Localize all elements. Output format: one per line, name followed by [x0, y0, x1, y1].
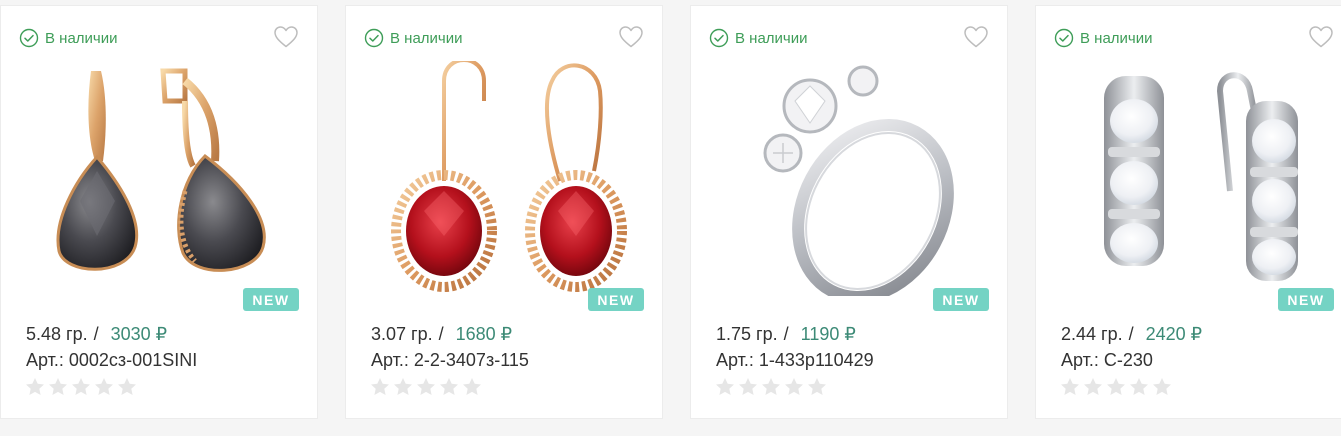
- check-circle-icon: [19, 28, 39, 48]
- separator: /: [438, 324, 444, 344]
- article-number: 1-433р110429: [758, 350, 874, 370]
- check-circle-icon: [709, 28, 729, 48]
- star-icon[interactable]: [439, 377, 459, 397]
- star-icon[interactable]: [1060, 377, 1080, 397]
- earrings-image: [56, 68, 266, 272]
- star-icon[interactable]: [715, 377, 735, 397]
- stock-status: В наличии: [709, 28, 808, 48]
- article: Арт.: С-230: [1061, 350, 1153, 371]
- star-icon[interactable]: [807, 377, 827, 397]
- star-icon[interactable]: [784, 377, 804, 397]
- separator: /: [93, 324, 99, 344]
- article: Арт.: 0002сз-001SINI: [26, 350, 197, 371]
- star-icon[interactable]: [761, 377, 781, 397]
- rating-stars[interactable]: [1060, 377, 1175, 397]
- star-icon[interactable]: [1152, 377, 1172, 397]
- product-card[interactable]: В наличии NEW 5.48 гр./3030 ₽ Арт.: 0002…: [0, 5, 318, 419]
- price: 1680 ₽: [455, 324, 513, 344]
- new-badge: NEW: [1278, 288, 1334, 311]
- article-number: 2-2-3407з-115: [413, 350, 529, 370]
- article-number: С-230: [1103, 350, 1153, 370]
- star-icon[interactable]: [94, 377, 114, 397]
- new-badge: NEW: [243, 288, 299, 311]
- product-image[interactable]: [1070, 61, 1320, 296]
- star-icon[interactable]: [71, 377, 91, 397]
- check-circle-icon: [364, 28, 384, 48]
- price: 3030 ₽: [110, 324, 168, 344]
- star-icon[interactable]: [1106, 377, 1126, 397]
- article-label: Арт.:: [1061, 350, 1099, 370]
- article-label: Арт.:: [371, 350, 409, 370]
- favorite-button[interactable]: [618, 25, 644, 49]
- heart-outline-icon: [964, 26, 988, 48]
- weight-price: 1.75 гр./ 1190 ₽: [716, 324, 856, 345]
- product-card[interactable]: В наличии NEW 2.44 гр. / 2420 ₽ Арт.: С-…: [1035, 5, 1341, 419]
- stock-status: В наличии: [19, 28, 118, 48]
- weight-price: 3.07 гр./ 1680 ₽: [371, 324, 512, 345]
- weight: 2.44 гр.: [1061, 324, 1123, 344]
- weight: 3.07 гр.: [371, 324, 433, 344]
- stock-status: В наличии: [364, 28, 463, 48]
- rating-stars[interactable]: [25, 377, 140, 397]
- article-number: 0002сз-001SINI: [68, 350, 198, 370]
- product-image[interactable]: [725, 61, 975, 296]
- star-icon[interactable]: [462, 377, 482, 397]
- star-icon[interactable]: [1083, 377, 1103, 397]
- separator: /: [1128, 324, 1134, 344]
- star-icon[interactable]: [117, 377, 137, 397]
- price: 1190 ₽: [800, 324, 856, 344]
- weight: 5.48 гр.: [26, 324, 88, 344]
- stock-status: В наличии: [1054, 28, 1153, 48]
- product-image[interactable]: [35, 61, 285, 296]
- weight: 1.75 гр.: [716, 324, 778, 344]
- check-circle-icon: [1054, 28, 1074, 48]
- weight-price: 2.44 гр./ 2420 ₽: [1061, 324, 1202, 345]
- ring-image: [763, 65, 954, 296]
- favorite-button[interactable]: [1308, 25, 1334, 49]
- star-icon[interactable]: [48, 377, 68, 397]
- star-icon[interactable]: [25, 377, 45, 397]
- star-icon[interactable]: [1129, 377, 1149, 397]
- favorite-button[interactable]: [273, 25, 299, 49]
- heart-outline-icon: [619, 26, 643, 48]
- article-label: Арт.:: [26, 350, 64, 370]
- star-icon[interactable]: [738, 377, 758, 397]
- rating-stars[interactable]: [715, 377, 830, 397]
- product-card[interactable]: В наличии NEW 3.07 гр./1680 ₽ Арт.: 2-2-…: [345, 5, 663, 419]
- star-icon[interactable]: [393, 377, 413, 397]
- stock-label: В наличии: [735, 29, 808, 47]
- earrings-image: [1104, 72, 1298, 281]
- star-icon[interactable]: [416, 377, 436, 397]
- rating-stars[interactable]: [370, 377, 485, 397]
- star-icon[interactable]: [370, 377, 390, 397]
- new-badge: NEW: [588, 288, 644, 311]
- product-grid: В наличии NEW 5.48 гр./3030 ₽ Арт.: 0002…: [0, 5, 1341, 419]
- article-label: Арт.:: [716, 350, 754, 370]
- stock-label: В наличии: [45, 29, 118, 47]
- heart-outline-icon: [1309, 26, 1333, 48]
- stock-label: В наличии: [390, 29, 463, 47]
- earrings-image: [391, 61, 627, 292]
- price: 2420 ₽: [1145, 324, 1203, 344]
- separator: /: [783, 324, 789, 344]
- new-badge: NEW: [933, 288, 989, 311]
- article: Арт.: 1-433р110429: [716, 350, 874, 371]
- stock-label: В наличии: [1080, 29, 1153, 47]
- article: Арт.: 2-2-3407з-115: [371, 350, 529, 371]
- weight-price: 5.48 гр./ 3030 ₽: [26, 324, 167, 345]
- heart-outline-icon: [274, 26, 298, 48]
- favorite-button[interactable]: [963, 25, 989, 49]
- product-card[interactable]: В наличии NEW 1.75 гр./1190 ₽ Арт.: 1-43…: [690, 5, 1008, 419]
- product-image[interactable]: [380, 61, 630, 296]
